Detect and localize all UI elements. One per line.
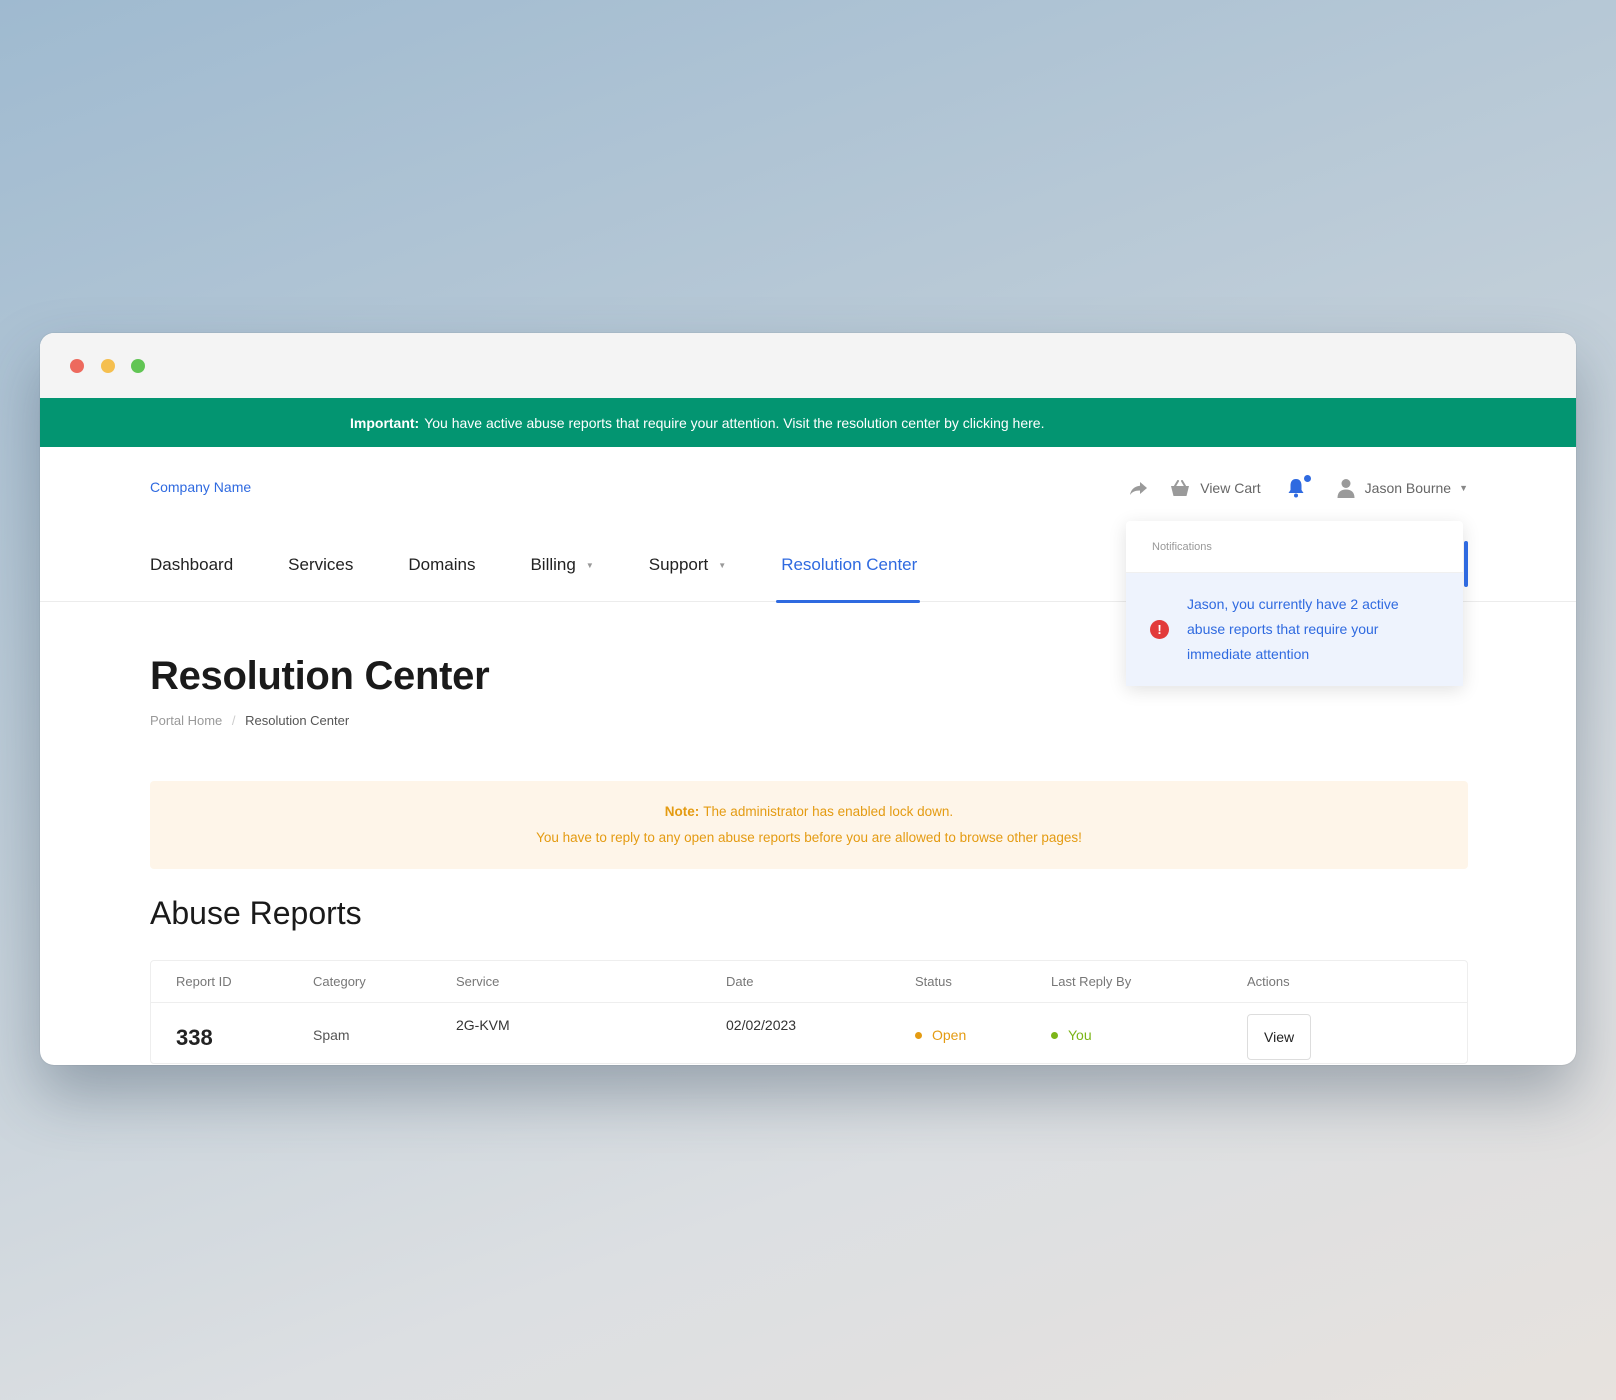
nav-item-dashboard[interactable]: Dashboard [150,549,238,602]
view-cart-label: View Cart [1200,480,1261,496]
announcement-text[interactable]: You have active abuse reports that requi… [424,415,1044,431]
close-window-button[interactable] [70,359,84,373]
table-header: Report ID Category Service Date Status L… [151,961,1467,1003]
reply-dot [1051,1031,1058,1039]
lockdown-note: Note: The administrator has enabled lock … [150,781,1468,869]
nav-item-label: Services [288,555,354,574]
nav-item-domains[interactable]: Domains [408,549,480,602]
view-report-button[interactable]: View [1247,1014,1312,1060]
table-row[interactable]: 338 Spam 2G-KVM 02/02/2023 Open You View [151,1003,1467,1063]
window-titlebar [40,333,1576,398]
abuse-reports-title: Abuse Reports [150,895,362,931]
nav-item-label: Support [648,555,709,574]
user-icon [1337,479,1355,498]
report-date: 02/02/2023 [726,1017,797,1033]
user-name: Jason Bourne [1364,480,1452,496]
announcement-bar[interactable]: Important: You have active abuse reports… [40,398,1576,447]
column-header: Actions [1247,974,1290,989]
view-cart-button[interactable]: View Cart [1170,479,1261,497]
column-header[interactable]: Category [313,974,456,989]
column-header[interactable]: Report ID [151,974,313,989]
main-content: Resolution Center Portal Home / Resoluti… [40,654,1576,1064]
nav-item-billing[interactable]: Billing ▼ [530,549,598,602]
chevron-down-icon: ▼ [585,561,594,570]
column-header[interactable]: Service [456,974,726,989]
breadcrumb-home-link[interactable]: Portal Home [150,713,222,728]
nav-item-label: Billing [530,555,576,574]
alert-icon: ! [1150,620,1169,639]
note-text: The administrator has enabled lock down. [703,804,954,819]
status-text: Open [932,1027,967,1043]
notifications-dropdown: Notifications ! Jason, you currently hav… [1126,521,1468,686]
status-dot [915,1031,922,1039]
notification-item[interactable]: ! Jason, you currently have 2 active abu… [1126,573,1463,686]
report-service: 2G-KVM [456,1017,510,1033]
maximize-window-button[interactable] [131,359,145,373]
header-actions: View Cart Jason Bourne ▼ [1107,473,1468,503]
bell-icon [1288,479,1304,498]
minimize-window-button[interactable] [101,359,115,373]
dropdown-scroll-indicator [1464,541,1468,587]
status-badge: Open [915,1027,1051,1043]
column-header[interactable]: Status [915,974,1051,989]
brand-logo-link[interactable]: Company Name [150,479,251,495]
chevron-down-icon: ▼ [1459,483,1468,493]
column-header[interactable]: Last Reply By [1051,974,1247,989]
column-header[interactable]: Date [726,974,915,989]
report-id: 338 [176,1025,213,1050]
report-category: Spam [313,1027,350,1043]
unread-indicator [1303,475,1311,482]
notifications-button[interactable] [1287,475,1311,498]
nav-item-label: Domains [408,555,476,574]
browser-window: Important: You have active abuse reports… [40,333,1576,1065]
share-button[interactable] [1129,481,1148,496]
note-label: Note: [664,804,700,819]
notification-message: Jason, you currently have 2 active abuse… [1187,596,1399,662]
note-line-2: You have to reply to any open abuse repo… [536,830,1082,845]
nav-item-support[interactable]: Support ▼ [649,549,731,602]
breadcrumb-current: Resolution Center [245,713,350,728]
nav-item-label: Dashboard [150,555,234,574]
note-line-1: Note: The administrator has enabled lock … [665,799,953,825]
announcement-label: Important: [350,414,420,431]
main-nav: Dashboard Services Domains Billing ▼ Sup… [150,549,972,603]
abuse-reports-table: Report ID Category Service Date Status L… [150,960,1468,1064]
last-reply-badge: You [1051,1027,1247,1043]
notifications-title: Notifications [1126,521,1463,573]
nav-item-services[interactable]: Services [288,549,358,602]
cart-basket-icon [1171,479,1190,496]
user-menu-button[interactable]: Jason Bourne ▼ [1337,478,1468,498]
nav-item-resolution-center[interactable]: Resolution Center [776,549,922,603]
last-reply-text: You [1068,1027,1092,1043]
share-icon [1130,481,1148,495]
breadcrumb: Portal Home / Resolution Center [150,713,1468,728]
chevron-down-icon: ▼ [718,561,727,570]
breadcrumb-separator: / [231,713,236,728]
nav-item-label: Resolution Center [781,555,918,574]
